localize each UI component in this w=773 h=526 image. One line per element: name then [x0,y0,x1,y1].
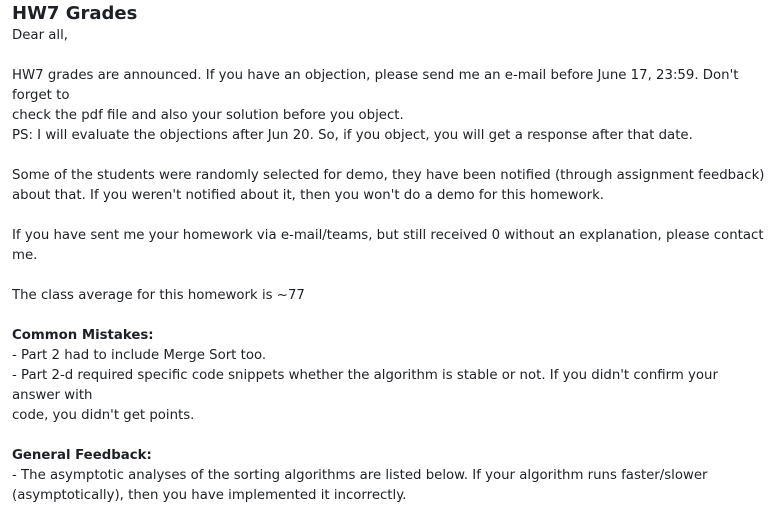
post-greeting: Dear all, [12,26,768,46]
common-mistake-item-2-line-2: code, you didn't get points. [12,408,195,423]
announcement-line-1: HW7 grades are announced. If you have an… [12,68,739,103]
forum-post: HW7 Grades Dear all, HW7 grades are anno… [12,2,768,526]
announcement-line-3: PS: I will evaluate the objections after… [12,128,693,143]
common-mistake-item-1: - Part 2 had to include Merge Sort too. [12,348,267,363]
general-feedback-item-1-line-2: (asymptotically), then you have implemen… [12,488,407,503]
common-mistakes-section: Common Mistakes: - Part 2 had to include… [12,326,768,426]
demo-line-1: Some of the students were randomly selec… [12,168,765,183]
contact-paragraph: If you have sent me your homework via e-… [12,226,768,266]
average-paragraph: The class average for this homework is ~… [12,286,768,306]
general-feedback-item-1-line-1: - The asymptotic analyses of the sorting… [12,468,708,483]
demo-line-2: about that. If you weren't notified abou… [12,188,604,203]
contact-text: If you have sent me your homework via e-… [12,228,764,263]
post-title: HW7 Grades [12,3,138,24]
demo-paragraph: Some of the students were randomly selec… [12,166,768,206]
greeting-text: Dear all, [12,28,69,43]
common-mistake-item-2-line-1: - Part 2-d required specific code snippe… [12,368,718,403]
general-feedback-section: General Feedback: - The asymptotic analy… [12,446,768,506]
common-mistakes-heading: Common Mistakes: [12,328,154,343]
general-feedback-heading: General Feedback: [12,448,152,463]
announcement-paragraph: HW7 grades are announced. If you have an… [12,66,768,146]
class-average-text: The class average for this homework is ~… [12,288,305,303]
announcement-line-2: check the pdf file and also your solutio… [12,108,404,123]
